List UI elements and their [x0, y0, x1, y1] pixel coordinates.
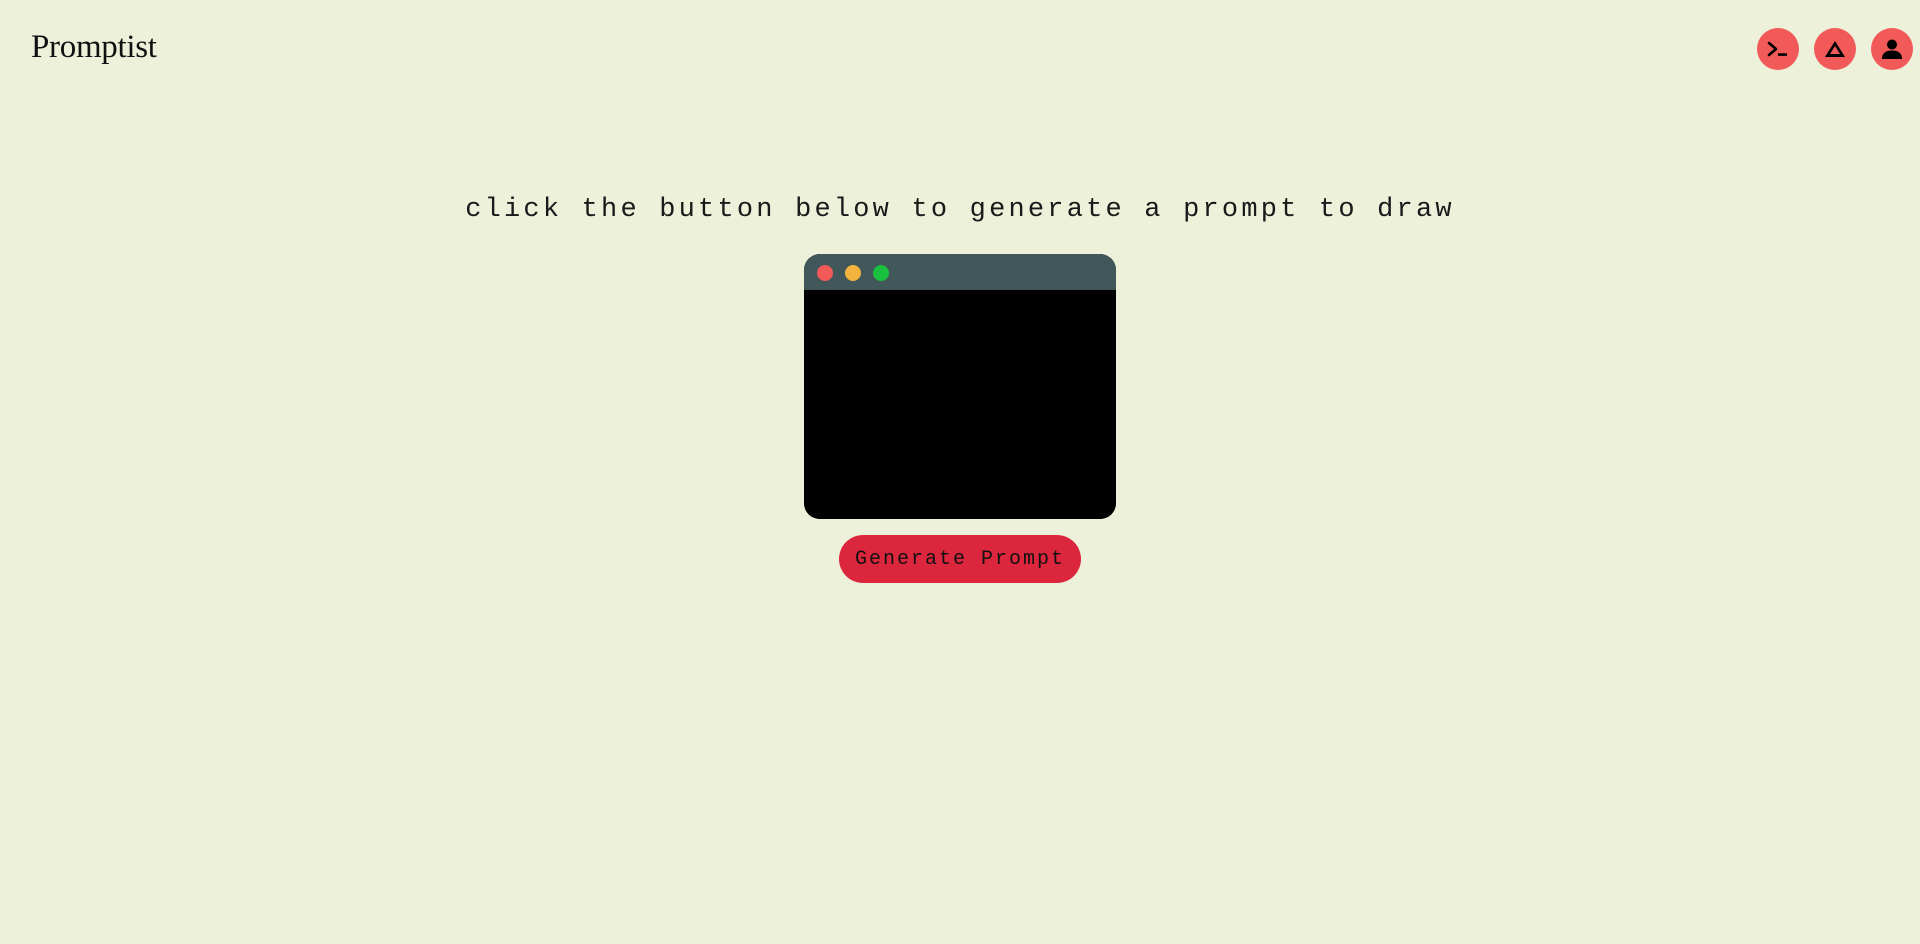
window-title-bar — [804, 254, 1116, 290]
close-dot-icon — [817, 265, 833, 281]
top-nav — [0, 28, 1920, 70]
minimize-dot-icon — [845, 265, 861, 281]
prompt-output — [804, 290, 1116, 519]
profile-button[interactable] — [1871, 28, 1913, 70]
maximize-dot-icon — [873, 265, 889, 281]
instruction-text: click the button below to generate a pro… — [465, 195, 1455, 225]
prompt-window — [804, 254, 1116, 519]
user-icon — [1881, 38, 1903, 60]
gallery-icon — [1824, 40, 1846, 58]
generate-prompt-button[interactable]: Generate Prompt — [839, 535, 1081, 583]
terminal-icon — [1767, 41, 1789, 57]
gallery-button[interactable] — [1814, 28, 1856, 70]
terminal-button[interactable] — [1757, 28, 1799, 70]
